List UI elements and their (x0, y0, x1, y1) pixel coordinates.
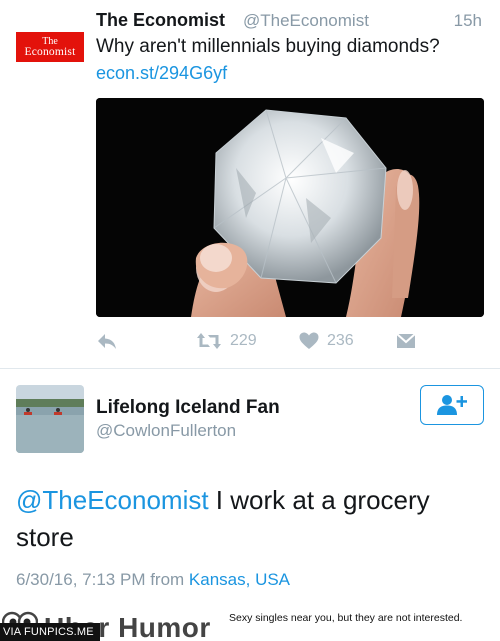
tweet-meta: 6/30/16, 7:13 PM from Kansas, USA (16, 570, 290, 590)
diamond-image (96, 98, 484, 317)
tweet-actions: 229 236 (96, 332, 426, 356)
tweet-text: Why aren't millennials buying diamonds? (96, 36, 440, 57)
tweet-divider (0, 368, 500, 369)
tweet-timestamp[interactable]: 15h (454, 11, 482, 31)
heart-icon (299, 332, 319, 349)
add-user-icon (437, 395, 467, 415)
retweet-button[interactable]: 229 (196, 332, 257, 350)
like-count: 236 (327, 332, 354, 349)
retweet-count: 229 (230, 332, 257, 349)
author-handle[interactable]: @CowlonFullerton (96, 421, 236, 441)
like-button[interactable]: 236 (299, 332, 354, 350)
follow-button[interactable] (420, 385, 484, 425)
tweet-date: 6/30/16, 7:13 PM from (16, 570, 189, 589)
economist-tweet: The Economist The Economist @TheEconomis… (0, 0, 500, 368)
economist-logo[interactable]: The Economist (16, 32, 84, 62)
reply-icon (98, 334, 116, 349)
lake-avatar-image (16, 385, 84, 453)
reply-button[interactable] (96, 332, 118, 350)
via-funpics-badge: VIA FUNPICS.ME (0, 623, 100, 641)
mention-link[interactable]: @TheEconomist (16, 485, 209, 515)
direct-message-button[interactable] (396, 332, 416, 350)
avatar[interactable] (16, 385, 84, 453)
author-name[interactable]: Lifelong Iceland Fan (96, 397, 280, 419)
tweet-body: @TheEconomist I work at a grocery store (16, 482, 486, 556)
author-name[interactable]: The Economist (96, 10, 225, 31)
envelope-icon (396, 333, 416, 348)
tweet-location[interactable]: Kansas, USA (189, 570, 290, 589)
retweet-icon (197, 333, 221, 349)
tweet-link[interactable]: econ.st/294G6yf (96, 63, 227, 84)
diamond-photo[interactable] (96, 98, 484, 317)
watermark-tagline: Sexy singles near you, but they are not … (229, 612, 463, 624)
logo-line-2: Economist (24, 46, 76, 58)
author-handle[interactable]: @TheEconomist (243, 11, 369, 31)
